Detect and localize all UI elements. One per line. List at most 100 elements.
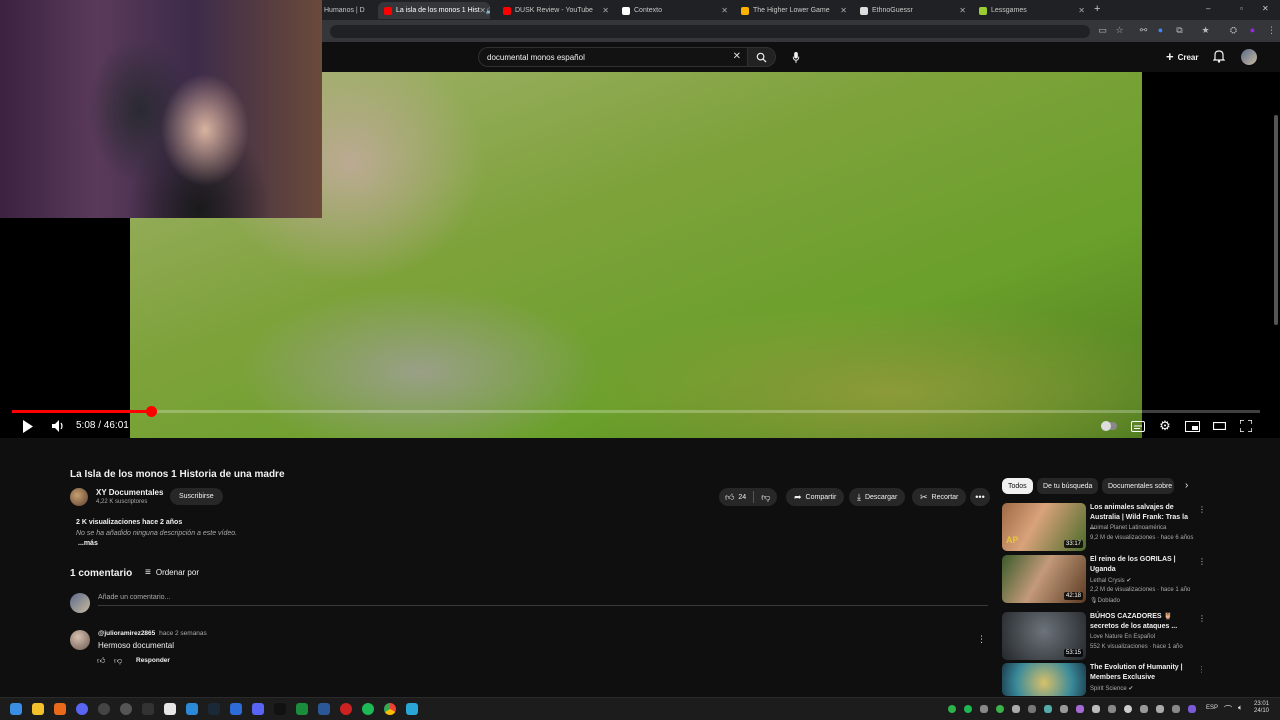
minimize-button[interactable]: – [1206, 4, 1210, 13]
avatar[interactable] [1241, 49, 1257, 65]
video-thumbnail[interactable]: 42:18 [1002, 555, 1086, 603]
channel-name[interactable]: Lethal Crysis ✔ [1090, 577, 1131, 584]
more-options-icon[interactable]: ⋮ [1198, 557, 1206, 566]
show-more-link[interactable]: ...más [78, 540, 98, 547]
subtitles-button[interactable] [1130, 419, 1146, 433]
maximize-button[interactable]: ▫ [1240, 4, 1243, 13]
clock[interactable]: 23:01 24/10 [1254, 701, 1269, 715]
page-scrollbar[interactable] [1274, 115, 1278, 325]
channel-avatar[interactable] [70, 488, 88, 506]
extension-icon[interactable]: ● [1155, 25, 1166, 36]
app-icon[interactable] [230, 703, 242, 715]
tiktok-icon[interactable] [274, 703, 286, 715]
tray-icon[interactable] [1124, 705, 1132, 713]
volume-button[interactable] [51, 419, 67, 433]
cast-icon[interactable]: ▭ [1097, 25, 1108, 36]
extension-icon[interactable]: ⚯ [1138, 25, 1149, 36]
steam-icon[interactable] [208, 703, 220, 715]
bookmark-star-icon[interactable]: ☆ [1114, 25, 1125, 36]
tab-higher-lower[interactable]: The Higher Lower Game ✕ [735, 2, 851, 19]
tab-la-isla-de-los-monos[interactable]: La isla de los monos 1 Hist 🔊 ✕ [378, 2, 490, 19]
reply-button[interactable]: Responder [136, 657, 170, 664]
tray-icon[interactable] [1188, 705, 1196, 713]
download-button[interactable]: ⤓ Descargar [849, 488, 906, 506]
chrome-icon[interactable] [384, 703, 396, 715]
sort-comments-button[interactable]: ≡ Ordenar por [145, 567, 199, 578]
app-icon[interactable] [296, 703, 308, 715]
close-icon[interactable]: ✕ [1078, 6, 1085, 15]
network-icon[interactable]: ⌒ [1224, 704, 1232, 715]
tray-icon[interactable] [964, 705, 972, 713]
tray-icon[interactable] [1060, 705, 1068, 713]
more-options-icon[interactable]: ⋮ [1198, 614, 1206, 623]
chip-de-tu-busqueda[interactable]: De tu búsqueda [1037, 478, 1099, 494]
tray-icon[interactable] [1092, 705, 1100, 713]
app-icon[interactable] [318, 703, 330, 715]
search-button[interactable] [747, 47, 776, 67]
app-icon[interactable] [98, 703, 110, 715]
new-tab-button[interactable]: + [1094, 3, 1100, 15]
video-title[interactable]: The Evolution of Humanity | Members Excl… [1090, 663, 1194, 683]
tray-icon[interactable] [1044, 705, 1052, 713]
more-actions-button[interactable]: ••• [970, 488, 990, 506]
comment-author[interactable]: @julioramirez2865 [98, 630, 155, 637]
language-indicator[interactable]: ESP [1206, 705, 1218, 711]
voice-search-button[interactable] [788, 50, 803, 65]
search-input[interactable]: documental monos español ✕ [478, 47, 748, 67]
tray-icon[interactable] [980, 705, 988, 713]
video-thumbnail[interactable]: 53:15 [1002, 612, 1086, 660]
app-icon[interactable] [406, 703, 418, 715]
video-thumbnail[interactable]: AP 33:17 [1002, 503, 1086, 551]
tab-humanos[interactable]: Humanos | D [318, 2, 374, 19]
fullscreen-button[interactable] [1238, 419, 1254, 433]
tab-contexto[interactable]: Contexto ✕ [616, 2, 732, 19]
video-thumbnail[interactable] [1002, 663, 1086, 696]
chevron-right-icon[interactable]: › [1185, 480, 1188, 491]
channel-name[interactable]: Animal Planet Latinoamérica [1090, 525, 1166, 531]
search-app-icon[interactable] [54, 703, 66, 715]
menu-icon[interactable]: ⋮ [1266, 25, 1277, 36]
more-options-icon[interactable]: ⋮ [1198, 665, 1202, 674]
tray-icon[interactable] [948, 705, 956, 713]
chip-documentales-sobre[interactable]: Documentales sobre [1102, 478, 1174, 494]
commenter-avatar[interactable] [70, 630, 90, 650]
app-icon[interactable] [186, 703, 198, 715]
channel-name[interactable]: Spirit Science ✔ [1090, 685, 1133, 692]
play-button[interactable] [20, 419, 36, 433]
recommendation-item[interactable]: 42:18 El reino de los GORILAS | Uganda L… [1002, 555, 1206, 604]
recommendation-item[interactable]: The Evolution of Humanity | Members Excl… [1002, 663, 1202, 696]
puzzle-icon[interactable]: ⧉ [1174, 25, 1185, 36]
tab-ethnoguessr[interactable]: EthnoGuessr ✕ [854, 2, 970, 19]
video-title[interactable]: El reino de los GORILAS | Uganda [1090, 555, 1194, 575]
profile-icon[interactable]: ● [1247, 25, 1258, 36]
app-icon[interactable] [164, 703, 176, 715]
tray-icon[interactable] [1140, 705, 1148, 713]
spotify-icon[interactable] [362, 703, 374, 715]
comment-time[interactable]: hace 2 semanas [159, 630, 207, 637]
comment-dislike-button[interactable]: 👎︎ [114, 656, 122, 666]
app-icon[interactable] [76, 703, 88, 715]
windows-start-icon[interactable] [10, 703, 22, 715]
progress-scrubber[interactable] [145, 406, 157, 417]
clear-search-icon[interactable]: ✕ [733, 51, 741, 62]
clip-button[interactable]: ✂ Recortar [912, 488, 967, 506]
recommendation-item[interactable]: 53:15 BÚHOS CAZADORES 🦉 secretos de los … [1002, 612, 1206, 660]
like-button[interactable]: 👍︎ 24 [725, 492, 746, 503]
tray-icon[interactable] [996, 705, 1004, 713]
tray-icon[interactable] [1172, 705, 1180, 713]
create-button[interactable]: + Crear [1166, 50, 1199, 64]
app-icon[interactable] [340, 703, 352, 715]
share-button[interactable]: ➦ Compartir [786, 488, 845, 506]
audio-icon[interactable]: 🔊 [486, 7, 490, 15]
progress-bar[interactable] [12, 406, 1260, 417]
settings-button[interactable]: ⚙ [1157, 418, 1173, 433]
dislike-button[interactable]: 👎︎ [761, 492, 770, 503]
channel-name[interactable]: XY Documentales [96, 488, 163, 497]
theater-mode-button[interactable] [1211, 419, 1227, 433]
add-comment-input[interactable]: Añade un comentario... [98, 594, 988, 606]
tray-icon[interactable] [1076, 705, 1084, 713]
bookmarks-icon[interactable]: ★ [1200, 25, 1211, 36]
description-box[interactable]: 2 K visualizaciones hace 2 años No se ha… [70, 512, 710, 554]
recommendation-item[interactable]: AP 33:17 Los animales salvajes de Austra… [1002, 503, 1206, 551]
app-icon[interactable] [142, 703, 154, 715]
